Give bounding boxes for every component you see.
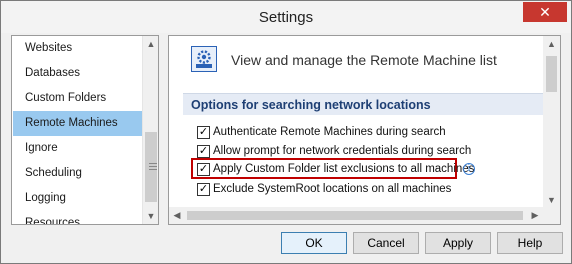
scroll-left-arrow-icon[interactable]: ◀ <box>169 207 185 224</box>
nav-scroll-thumb[interactable] <box>145 132 157 202</box>
window-title: Settings <box>258 9 314 26</box>
nav-item-ignore[interactable]: Ignore <box>13 136 143 161</box>
settings-nav-list: Websites Databases Custom Folders Remote… <box>11 35 159 225</box>
title-bar: Settings ✕ <box>1 1 571 33</box>
vertical-scroll-thumb[interactable] <box>546 56 557 92</box>
checkbox[interactable]: ✓ <box>197 163 210 176</box>
option-label: Authenticate Remote Machines during sear… <box>213 126 446 138</box>
panel-vertical-scrollbar[interactable]: ▲ ▼ <box>543 36 560 208</box>
apply-button[interactable]: Apply <box>425 232 491 254</box>
close-button[interactable]: ✕ <box>523 2 567 22</box>
scroll-up-arrow-icon[interactable]: ▲ <box>143 36 158 52</box>
checkbox[interactable]: ✓ <box>197 126 210 139</box>
horizontal-scroll-thumb[interactable] <box>187 211 523 220</box>
remote-machine-gear-icon <box>191 46 217 72</box>
scroll-down-arrow-icon[interactable]: ▼ <box>143 208 158 224</box>
grip-line <box>149 163 157 164</box>
info-icon[interactable]: i <box>463 163 475 175</box>
help-button[interactable]: Help <box>497 232 563 254</box>
scroll-down-arrow-icon[interactable]: ▼ <box>543 192 560 208</box>
panel-horizontal-scrollbar[interactable]: ◀ ▶ <box>169 207 543 224</box>
checkbox[interactable]: ✓ <box>197 183 210 196</box>
cancel-button[interactable]: Cancel <box>353 232 419 254</box>
checkbox[interactable]: ✓ <box>197 145 210 158</box>
grip-line <box>149 169 157 170</box>
ok-button[interactable]: OK <box>281 232 347 254</box>
option-label: Apply Custom Folder list exclusions to a… <box>213 163 475 175</box>
scroll-up-arrow-icon[interactable]: ▲ <box>543 36 560 52</box>
nav-item-scheduling[interactable]: Scheduling <box>13 161 143 186</box>
option-label: Exclude SystemRoot locations on all mach… <box>213 183 452 195</box>
nav-item-logging[interactable]: Logging <box>13 186 143 211</box>
nav-item-databases[interactable]: Databases <box>13 61 143 86</box>
scroll-corner <box>543 207 560 224</box>
nav-scrollbar[interactable]: ▲ ▼ <box>142 36 158 224</box>
nav-item-websites[interactable]: Websites <box>13 36 143 61</box>
section-header: Options for searching network locations <box>183 93 545 115</box>
scroll-right-arrow-icon[interactable]: ▶ <box>527 207 543 224</box>
nav-item-remote-machines[interactable]: Remote Machines <box>13 111 143 136</box>
grip-line <box>149 166 157 167</box>
nav-item-custom-folders[interactable]: Custom Folders <box>13 86 143 111</box>
remote-machines-panel: View and manage the Remote Machine list … <box>168 35 561 225</box>
section-title: Options for searching network locations <box>191 98 431 112</box>
settings-window: Settings ✕ Websites Databases Custom Fol… <box>0 0 572 264</box>
gear-icon <box>196 50 212 68</box>
panel-heading: View and manage the Remote Machine list <box>231 52 497 68</box>
nav-item-resources[interactable]: Resources <box>13 211 143 224</box>
